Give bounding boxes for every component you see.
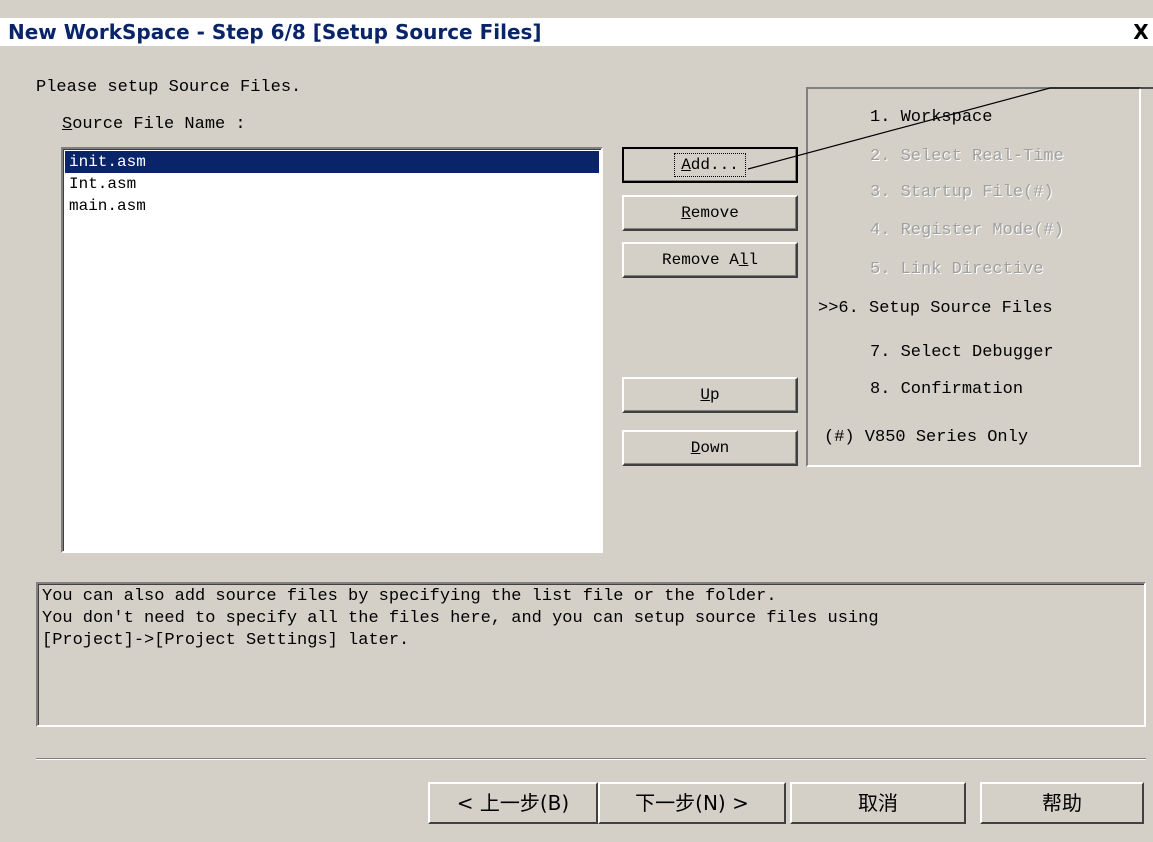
step-link-directive: 5. Link Directive [870,260,1044,279]
title-bar: New WorkSpace - Step 6/8 [Setup Source F… [0,0,1153,46]
source-file-list[interactable]: init.asm Int.asm main.asm [61,147,603,553]
list-item[interactable]: main.asm [65,195,599,217]
add-label: dd... [690,156,739,174]
remove-label: emove [690,204,739,222]
label-text: ource File Name : [72,115,246,134]
close-icon[interactable]: X [1131,20,1151,44]
source-file-name-label: Source File Name : [62,115,246,134]
focus-rect: Add... [674,153,746,177]
remove-button[interactable]: Remove [622,195,798,231]
help-button[interactable]: 帮助 [980,782,1144,824]
down-label: own [700,439,730,457]
step-footnote: (#) V850 Series Only [824,428,1029,447]
next-button[interactable]: 下一步(N) > [598,782,786,824]
cancel-button[interactable]: 取消 [790,782,966,824]
remove-all-mnemonic: l [738,251,749,269]
step-confirmation: 8. Confirmation [870,380,1024,399]
up-button[interactable]: Up [622,377,798,413]
down-button[interactable]: Down [622,430,798,466]
label-mnemonic: S [62,115,73,134]
remove-all-button[interactable]: Remove All [622,242,798,278]
step-setup-source-files: >>6. Setup Source Files [818,299,1053,318]
info-text-box: You can also add source files by specify… [36,582,1146,727]
remove-all-label-rest: l [748,251,759,269]
window-title: New WorkSpace - Step 6/8 [Setup Source F… [8,20,542,44]
down-mnemonic: D [690,439,701,457]
back-button[interactable]: < 上一步(B) [428,782,598,824]
remove-mnemonic: R [681,204,691,222]
step-select-debugger: 7. Select Debugger [870,343,1054,362]
step-workspace: 1. Workspace [870,108,993,127]
list-item[interactable]: init.asm [65,151,599,173]
up-label: p [710,386,720,404]
add-mnemonic: A [681,156,691,174]
list-item[interactable]: Int.asm [65,173,599,195]
remove-all-label: Remove A [661,251,739,269]
step-register-mode: 4. Register Mode(#) [870,221,1064,240]
setup-prompt: Please setup Source Files. [36,78,302,97]
separator [36,758,1146,760]
step-select-real-time: 2. Select Real-Time [870,147,1064,166]
add-button[interactable]: Add... [622,147,798,183]
step-startup-file: 3. Startup File(#) [870,183,1054,202]
up-mnemonic: U [700,386,710,404]
